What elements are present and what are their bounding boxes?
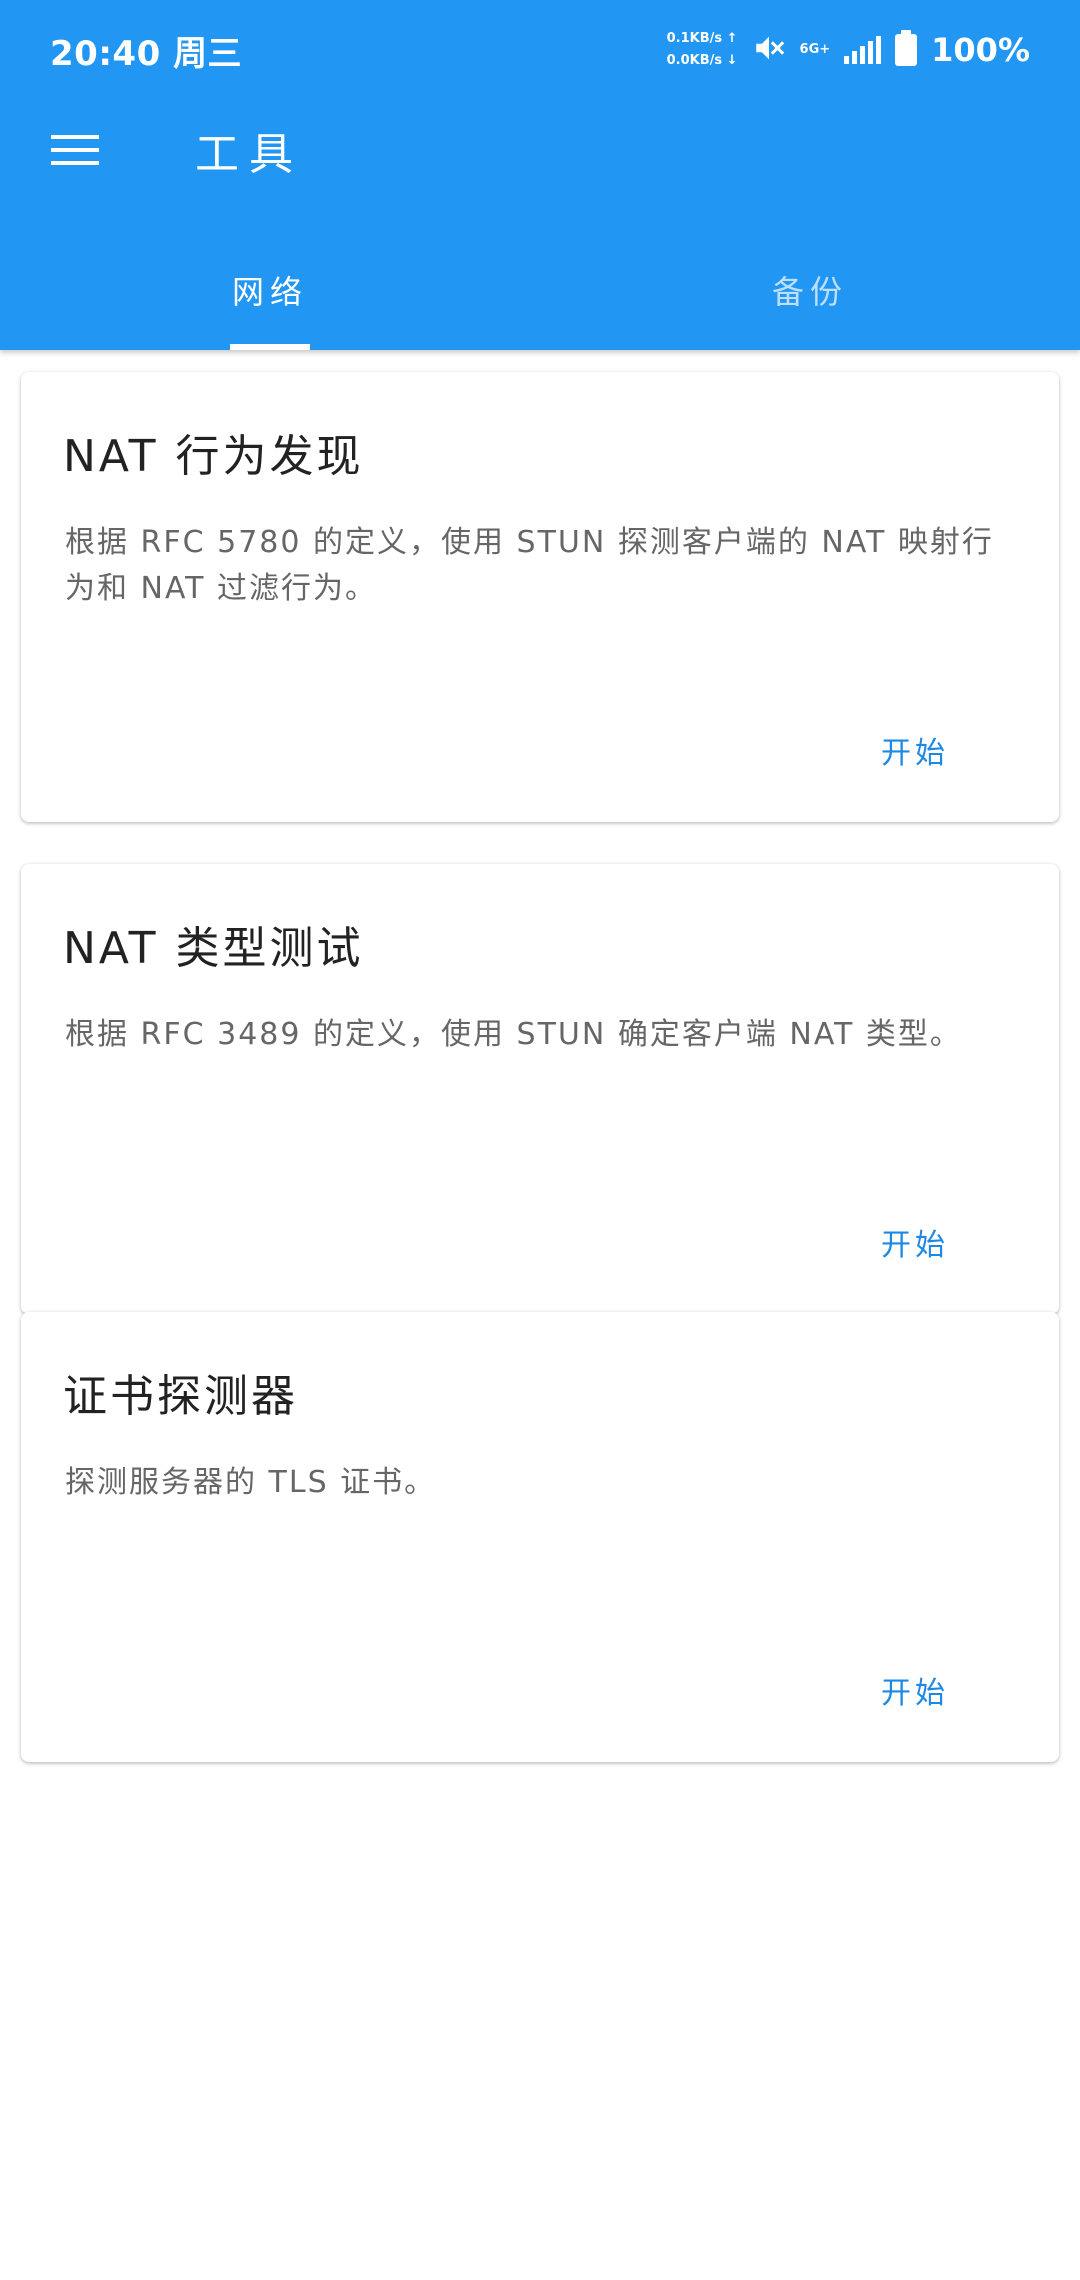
upload-speed: 0.1KB/s ↑	[666, 31, 738, 46]
status-icons: 0.1KB/s ↑ 0.0KB/s ↓ 6G+ 100%	[667, 28, 1030, 72]
menu-button[interactable]	[0, 100, 150, 200]
status-time: 20:40 周三	[50, 33, 243, 74]
page-title: 工具	[195, 129, 303, 180]
start-button[interactable]: 开始	[881, 1220, 949, 1264]
status-bar: 20:40 周三 0.1KB/s ↑ 0.0KB/s ↓ 6G+ 100%	[0, 0, 1080, 100]
network-speed: 0.1KB/s ↑ 0.0KB/s ↓	[667, 28, 738, 72]
download-speed: 0.0KB/s ↓	[666, 53, 738, 68]
app-bar: 20:40 周三 0.1KB/s ↑ 0.0KB/s ↓ 6G+ 100% 工具…	[0, 0, 1080, 350]
toolbar: 工具	[0, 100, 1080, 200]
mute-icon	[752, 31, 786, 69]
card-description: 探测服务器的 TLS 证书。	[65, 1465, 437, 1500]
battery-level: 100%	[931, 31, 1030, 69]
start-button[interactable]: 开始	[881, 1668, 949, 1712]
signal-icon	[844, 36, 882, 64]
card-certificate-detector: 证书探测器 探测服务器的 TLS 证书。 开始	[21, 1312, 1059, 1762]
card-description: 根据 RFC 3489 的定义，使用 STUN 确定客户端 NAT 类型。	[65, 1017, 962, 1052]
card-description: 根据 RFC 5780 的定义，使用 STUN 探测客户端的 NAT 映射行为和…	[65, 525, 994, 606]
network-type: 6G+	[799, 42, 831, 57]
card-title: NAT 行为发现	[63, 431, 364, 482]
tab-bar: 网络 备份	[0, 230, 1080, 350]
tab-backup[interactable]: 备份	[540, 230, 1080, 350]
hamburger-menu-icon	[51, 135, 99, 165]
start-button[interactable]: 开始	[881, 728, 949, 772]
tab-indicator	[230, 344, 310, 350]
battery-icon	[895, 30, 918, 66]
card-title: 证书探测器	[63, 1371, 298, 1422]
card-title: NAT 类型测试	[63, 923, 364, 974]
card-nat-type-test: NAT 类型测试 根据 RFC 3489 的定义，使用 STUN 确定客户端 N…	[21, 864, 1059, 1314]
tab-network[interactable]: 网络	[0, 230, 540, 350]
card-nat-behavior-discovery: NAT 行为发现 根据 RFC 5780 的定义，使用 STUN 探测客户端的 …	[21, 372, 1059, 822]
